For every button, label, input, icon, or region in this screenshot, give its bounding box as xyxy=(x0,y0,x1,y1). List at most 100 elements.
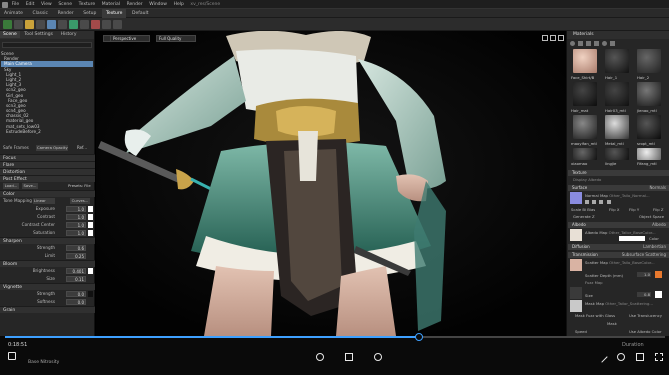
light-tool-icon[interactable] xyxy=(25,20,34,29)
normal-map-thumb[interactable] xyxy=(570,192,582,204)
rotate-tool-icon[interactable] xyxy=(36,20,45,29)
progress-handle[interactable] xyxy=(414,333,423,341)
material-thumb[interactable] xyxy=(637,49,661,73)
generate-z-option[interactable]: Generate Z xyxy=(573,214,595,219)
material-thumb[interactable] xyxy=(573,148,597,160)
add-material-icon[interactable] xyxy=(570,41,575,46)
material-thumb[interactable] xyxy=(637,115,661,139)
fuzz-color-swatch[interactable] xyxy=(655,291,662,298)
menu-texture[interactable]: Texture xyxy=(79,0,95,9)
saturation-field[interactable]: 1.0 xyxy=(66,230,86,236)
material-thumb[interactable] xyxy=(637,148,661,160)
section-distortion[interactable]: Distortion xyxy=(0,168,95,175)
section-albedo[interactable]: Albedo Albedo xyxy=(568,222,669,228)
pause-icon[interactable] xyxy=(345,353,353,361)
fullscreen-icon[interactable] xyxy=(655,353,663,361)
move-tool-icon[interactable] xyxy=(14,20,23,29)
tone-mapping-select[interactable]: Linear xyxy=(33,198,55,204)
select-tool-icon[interactable] xyxy=(3,20,12,29)
menu-help[interactable]: Help xyxy=(174,0,184,9)
contrast-field[interactable]: 1.0 xyxy=(66,214,86,220)
exposure-field[interactable]: 1.0 xyxy=(66,206,86,212)
layout-tool-icon[interactable] xyxy=(113,20,122,29)
mask-map-thumb[interactable] xyxy=(570,300,582,312)
paint-tool-icon[interactable] xyxy=(69,20,78,29)
section-transmission[interactable]: Transmission Subsurface Scattering xyxy=(568,252,669,258)
menu-window[interactable]: Window xyxy=(149,0,167,9)
albedo-select[interactable]: Albedo xyxy=(652,222,666,228)
pick-material-icon[interactable] xyxy=(602,41,607,46)
surface-select[interactable]: Normals xyxy=(649,185,666,191)
normal-opt[interactable]: Flip X xyxy=(609,207,620,212)
section-texture[interactable]: Texture xyxy=(568,170,669,176)
sharpen-limit-field[interactable]: 0.25 xyxy=(66,253,86,259)
record-tool-icon[interactable] xyxy=(91,20,100,29)
section-grain[interactable]: Grain xyxy=(0,306,95,313)
menu-view[interactable]: View xyxy=(41,0,52,9)
fuzz-map-thumb[interactable] xyxy=(570,287,582,299)
section-post-effect[interactable]: Post Effect xyxy=(0,175,95,182)
material-thumb[interactable] xyxy=(573,82,597,106)
safe-frames-select[interactable]: Camera Opacity xyxy=(36,145,68,151)
normal-map-tool-icon[interactable] xyxy=(599,200,604,204)
sharpen-strength-field[interactable]: 0.6 xyxy=(66,245,86,251)
exposure-swatch[interactable] xyxy=(88,206,93,212)
mesh-tool-icon[interactable] xyxy=(80,20,89,29)
edit-icon[interactable] xyxy=(596,351,608,363)
section-focus[interactable]: Focus xyxy=(0,154,95,161)
tab-tool-settings[interactable]: Tool Settings xyxy=(21,31,56,38)
material-thumb[interactable] xyxy=(605,82,629,106)
bloom-size-field[interactable]: 0.11 xyxy=(66,276,86,282)
grid-tool-icon[interactable] xyxy=(102,20,111,29)
translucency-option[interactable]: Use Translucency xyxy=(629,313,662,318)
section-sharpen[interactable]: Sharpen xyxy=(0,237,95,244)
contrast-center-swatch[interactable] xyxy=(88,222,93,228)
play-icon[interactable] xyxy=(8,352,16,360)
material-thumb[interactable] xyxy=(605,115,629,139)
albedo-color-swatch[interactable] xyxy=(619,236,645,241)
delete-material-icon[interactable] xyxy=(594,41,599,46)
tree-item[interactable]: ExtrudeBefore_2 xyxy=(1,129,93,134)
copy-material-icon[interactable] xyxy=(578,41,583,46)
load-button[interactable]: Load... xyxy=(3,183,19,189)
bloom-brightness-field[interactable]: 0.401 xyxy=(66,268,86,274)
menu-file[interactable]: File xyxy=(12,0,20,9)
material-thumb[interactable] xyxy=(573,49,597,73)
albedo-color-option[interactable]: Use Albedo Color xyxy=(629,329,662,334)
section-bloom[interactable]: Bloom xyxy=(0,260,95,267)
normal-map-tool-icon[interactable] xyxy=(585,200,589,204)
normal-map-tool-icon[interactable] xyxy=(606,200,611,204)
transmission-select[interactable]: Subsurface Scattering xyxy=(622,252,666,258)
albedo-map-thumb[interactable] xyxy=(570,229,582,241)
scatter-color-swatch[interactable] xyxy=(655,271,662,278)
rewind-icon[interactable] xyxy=(316,353,324,361)
vignette-strength-field[interactable]: 0.0 xyxy=(66,291,86,297)
tab-animate[interactable]: Animate xyxy=(0,9,27,18)
scale-tool-icon[interactable] xyxy=(58,20,67,29)
normal-map-tool-icon[interactable] xyxy=(592,200,597,204)
quality-select[interactable]: Full Quality xyxy=(156,35,196,42)
paste-material-icon[interactable] xyxy=(586,41,591,46)
saturation-swatch[interactable] xyxy=(88,230,93,236)
fuzz-field[interactable]: 0.8 xyxy=(637,292,651,297)
display-albedo-label[interactable]: Display Albedo xyxy=(573,177,601,182)
ref-button[interactable]: Ref... xyxy=(77,144,87,152)
pip-icon[interactable] xyxy=(636,353,644,361)
vignette-softness-field[interactable]: 0.0 xyxy=(66,299,86,305)
maximize-icon[interactable] xyxy=(542,35,548,41)
camera-select[interactable]: Perspective xyxy=(110,35,150,42)
normal-opt[interactable]: Flip Y xyxy=(629,207,639,212)
render-viewport[interactable] xyxy=(96,31,566,336)
material-thumb[interactable] xyxy=(605,49,629,73)
tab-default[interactable]: Default xyxy=(128,9,152,18)
menu-material[interactable]: Material xyxy=(102,0,120,9)
menu-render[interactable]: Render xyxy=(127,0,143,9)
layout-icon[interactable] xyxy=(550,35,556,41)
section-diffusion[interactable]: Diffusion Lambertian xyxy=(568,244,669,250)
scene-search-input[interactable] xyxy=(2,42,92,48)
contrast-center-field[interactable]: 1.0 xyxy=(66,222,86,228)
tab-render[interactable]: Render xyxy=(54,9,78,18)
material-thumb[interactable] xyxy=(605,148,629,160)
menu-scene[interactable]: Scene xyxy=(58,0,72,9)
contrast-swatch[interactable] xyxy=(88,214,93,220)
